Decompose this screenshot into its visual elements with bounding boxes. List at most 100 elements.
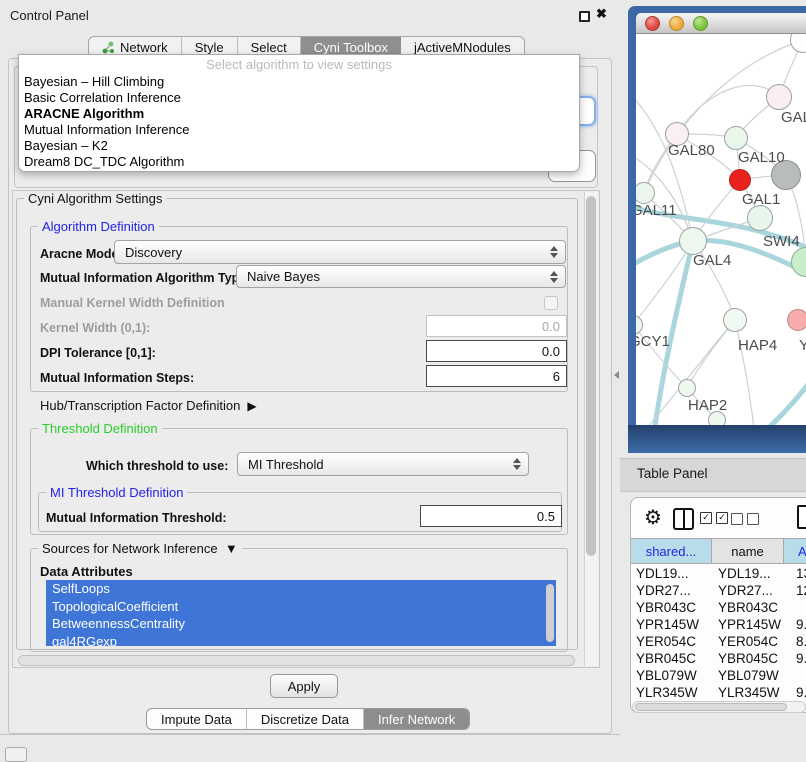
- node-label: GAL1: [742, 191, 780, 208]
- mi-threshold-label: Mutual Information Threshold:: [46, 511, 227, 525]
- table-row[interactable]: YPR145WYPR145W9.: [631, 616, 806, 633]
- combo-value: Naive Bayes: [247, 269, 320, 284]
- page-icon-partial[interactable]: [797, 505, 806, 529]
- zoom-traffic-light-icon[interactable]: [693, 16, 708, 31]
- window-bottom-border: [628, 425, 806, 453]
- table-row[interactable]: YBR045CYBR045C9.: [631, 650, 806, 667]
- column-header-shared[interactable]: shared...: [631, 539, 712, 563]
- tab-discretize-data[interactable]: Discretize Data: [247, 709, 364, 729]
- columns-icon[interactable]: [673, 508, 694, 530]
- tab-label: Select: [251, 40, 287, 55]
- kernel-width-field[interactable]: 0.0: [426, 315, 567, 337]
- dpi-tolerance-field[interactable]: 0.0: [426, 340, 567, 362]
- float-window-icon[interactable]: [579, 11, 590, 22]
- hub-definition-label: Hub/Transcription Factor Definition: [40, 398, 240, 413]
- which-threshold-label: Which threshold to use:: [86, 459, 228, 473]
- cell: YBR045C: [631, 651, 714, 666]
- node-gal1[interactable]: [747, 205, 773, 231]
- table-row[interactable]: YDR27...YDR27...12: [631, 582, 806, 599]
- mi-threshold-field[interactable]: 0.5: [420, 505, 562, 527]
- select-all-checks[interactable]: ✓ ✓: [700, 512, 728, 524]
- list-item[interactable]: SelfLoops: [46, 580, 556, 598]
- node-salmon[interactable]: [787, 309, 806, 331]
- tab-label: jActiveMNodules: [414, 40, 511, 55]
- column-header-partial[interactable]: A: [784, 539, 806, 563]
- tab-impute-data[interactable]: Impute Data: [147, 709, 247, 729]
- tab-label: Network: [120, 40, 168, 55]
- cell: 9.: [790, 685, 806, 700]
- aracne-mode-select[interactable]: Discovery: [114, 240, 566, 264]
- table-row[interactable]: YBR043CYBR043C: [631, 599, 806, 616]
- node-gal10[interactable]: [724, 126, 748, 150]
- tab-label: Impute Data: [161, 712, 232, 727]
- combo-arrows-icon: [550, 271, 558, 283]
- node-gal4[interactable]: [679, 227, 707, 255]
- mi-steps-label: Mutual Information Steps:: [40, 371, 194, 385]
- algorithm-dropdown-list: Select algorithm to view settings Bayesi…: [18, 54, 580, 172]
- cell: YDR27...: [631, 583, 714, 598]
- cell: YBL079W: [714, 668, 790, 683]
- cell: YDL19...: [714, 566, 790, 581]
- bottom-left-widget-partial[interactable]: [5, 747, 27, 762]
- table-row[interactable]: YDL19...YDL19...13: [631, 565, 806, 582]
- mi-steps-field[interactable]: 6: [426, 365, 567, 387]
- node[interactable]: [766, 84, 792, 110]
- tab-label: Infer Network: [378, 712, 455, 727]
- aracne-mode-label: Aracne Mode:: [40, 247, 123, 261]
- cell: YER054C: [714, 634, 790, 649]
- dropdown-item[interactable]: Mutual Information Inference: [19, 122, 579, 138]
- sources-toggle[interactable]: Sources for Network Inference ▼: [38, 541, 242, 556]
- chevron-right-icon: ▶: [244, 399, 257, 413]
- bottom-tabs: Impute Data Discretize Data Infer Networ…: [146, 708, 470, 730]
- vertical-scrollbar-thumb[interactable]: [586, 196, 596, 556]
- dropdown-item[interactable]: Bayesian – Hill Climbing: [19, 74, 579, 90]
- node-hap2[interactable]: [678, 379, 696, 397]
- column-header-name[interactable]: name: [712, 539, 784, 563]
- cell: 9.: [790, 617, 806, 632]
- list-scrollbar-thumb[interactable]: [546, 584, 554, 642]
- table-row[interactable]: YLR345WYLR345W9.: [631, 684, 806, 701]
- node-selected-red[interactable]: [729, 169, 751, 191]
- table-row[interactable]: YER054CYER054C8.: [631, 633, 806, 650]
- network-canvas[interactable]: GAL GAL80 GAL10 GAL1 GAL11 SWI4 GAL4 GCY…: [636, 34, 806, 425]
- cell: YPR145W: [631, 617, 714, 632]
- data-attributes-list[interactable]: SelfLoops TopologicalCoefficient Between…: [46, 580, 556, 646]
- table-row[interactable]: YBL079WYBL079W: [631, 667, 806, 684]
- close-icon[interactable]: ✖: [596, 6, 607, 22]
- hub-definition-toggle[interactable]: Hub/Transcription Factor Definition ▶: [40, 398, 257, 413]
- cell: 13: [790, 566, 806, 581]
- manual-kernel-checkbox[interactable]: [544, 296, 558, 310]
- node-label: GAL4: [693, 252, 731, 269]
- dropdown-item[interactable]: Bayesian – K2: [19, 138, 579, 154]
- panel-collapse-arrow[interactable]: [614, 371, 619, 379]
- node-label: Y: [799, 337, 806, 354]
- data-attributes-label: Data Attributes: [40, 564, 133, 579]
- node-label: GAL10: [738, 149, 785, 166]
- dropdown-item[interactable]: Basic Correlation Inference: [19, 90, 579, 106]
- list-item[interactable]: TopologicalCoefficient: [46, 598, 556, 616]
- tab-infer-network[interactable]: Infer Network: [364, 709, 469, 729]
- gear-icon[interactable]: ⚙: [644, 505, 662, 530]
- horizontal-scrollbar-thumb[interactable]: [18, 655, 575, 666]
- which-threshold-select[interactable]: MI Threshold: [237, 452, 529, 476]
- dropdown-item[interactable]: Dream8 DC_TDC Algorithm: [19, 154, 579, 170]
- list-item[interactable]: gal4RGexp: [46, 633, 556, 647]
- apply-button[interactable]: Apply: [270, 674, 338, 698]
- close-traffic-light-icon[interactable]: [645, 16, 660, 31]
- minimize-traffic-light-icon[interactable]: [669, 16, 684, 31]
- dropdown-item-selected[interactable]: ARACNE Algorithm: [19, 106, 579, 122]
- kernel-width-label: Kernel Width (0,1):: [40, 321, 150, 335]
- table-body[interactable]: YDL19...YDL19...13 YDR27...YDR27...12 YB…: [631, 565, 806, 701]
- node-hap4[interactable]: [723, 308, 747, 332]
- cell: YLR345W: [714, 685, 790, 700]
- table-hscrollbar-thumb[interactable]: [635, 703, 787, 711]
- node-label: HAP4: [738, 337, 777, 354]
- mi-type-select[interactable]: Naive Bayes: [236, 265, 566, 288]
- group-title: Cyni Algorithm Settings: [24, 191, 166, 206]
- cell: YBR045C: [714, 651, 790, 666]
- list-item[interactable]: BetweennessCentrality: [46, 615, 556, 633]
- network-window-titlebar[interactable]: [636, 13, 806, 34]
- unchecked-checkbox-icon: [731, 513, 743, 525]
- deselect-all-checks[interactable]: [731, 513, 759, 525]
- network-icon: [102, 41, 115, 54]
